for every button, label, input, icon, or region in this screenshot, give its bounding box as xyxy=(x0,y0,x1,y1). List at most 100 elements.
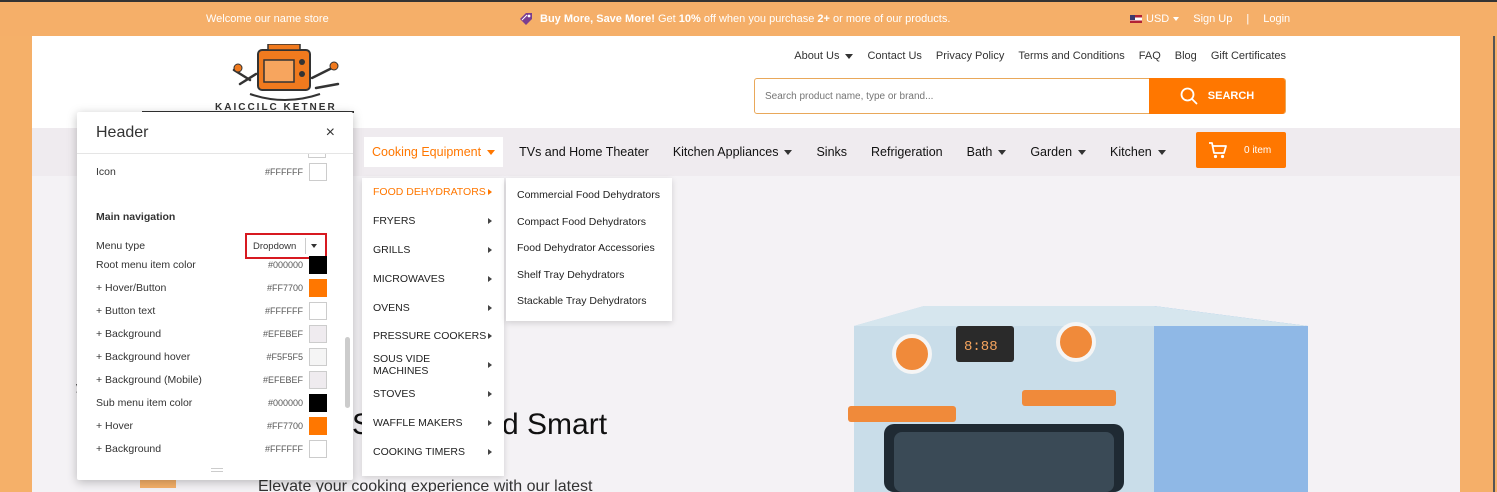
resize-grip-icon[interactable] xyxy=(211,468,223,472)
submenu-item-stoves[interactable]: STOVES xyxy=(362,380,504,409)
color-swatch[interactable] xyxy=(309,302,327,320)
chevron-down-icon xyxy=(1157,149,1166,155)
nav-item-bath[interactable]: Bath xyxy=(959,137,1015,167)
submenu-label: SOUS VIDE MACHINES xyxy=(373,353,431,378)
color-swatch[interactable] xyxy=(309,440,327,458)
chevron-right-icon xyxy=(488,333,492,340)
setting-row: + Background #EFEBEF xyxy=(96,324,327,344)
setting-row: Sub menu item color #000000 xyxy=(96,393,327,413)
submenu-item-microwaves[interactable]: MICROWAVES xyxy=(362,264,504,293)
setting-row: + Background hover #F5F5F5 xyxy=(96,347,327,367)
submenu-item-cooking-timers[interactable]: COOKING TIMERS xyxy=(362,437,504,466)
submenu-label: STOVES xyxy=(373,387,416,400)
color-value: #FF7700 xyxy=(266,421,303,431)
chevron-right-icon xyxy=(488,419,492,426)
submenu2-item[interactable]: Food Dehydrator Accessories xyxy=(506,235,672,262)
account-links: USD Sign Up | Login xyxy=(1130,13,1304,25)
terms-link[interactable]: Terms and Conditions xyxy=(1018,50,1124,62)
submenu-item-ovens[interactable]: OVENS xyxy=(362,293,504,322)
submenu-item-waffle-makers[interactable]: WAFFLE MAKERS xyxy=(362,408,504,437)
nav-item-kitchen[interactable]: Kitchen xyxy=(1102,137,1174,167)
color-value: #FFFFFF xyxy=(265,167,303,177)
color-swatch[interactable] xyxy=(308,154,326,158)
chevron-right-icon xyxy=(488,246,492,253)
submenu-item-sous-vide-machines[interactable]: SOUS VIDE MACHINES xyxy=(362,351,504,380)
privacy-policy-link[interactable]: Privacy Policy xyxy=(936,50,1004,62)
search-button-label: SEARCH xyxy=(1207,90,1255,102)
setting-label: + Background hover xyxy=(96,351,191,363)
color-swatch[interactable] xyxy=(309,163,327,181)
chevron-down-icon xyxy=(310,244,317,248)
currency-selector[interactable]: USD xyxy=(1130,13,1180,25)
setting-label: + Hover xyxy=(96,420,134,432)
submenu-label: GRILLS xyxy=(373,243,411,256)
welcome-text: Welcome our name store xyxy=(206,13,329,25)
color-swatch[interactable] xyxy=(309,279,327,297)
submenu2-item[interactable]: Shelf Tray Dehydrators xyxy=(506,262,672,289)
color-value: #EFEBEF xyxy=(262,329,303,339)
nav-item-sinks[interactable]: Sinks xyxy=(808,137,855,167)
submenu-item-pressure-cookers[interactable]: PRESSURE COOKERS xyxy=(362,322,504,351)
setting-row: + Button text #FFFFFF xyxy=(96,301,327,321)
nav-item-kitchen-appliances[interactable]: Kitchen Appliances xyxy=(665,137,801,167)
search-icon xyxy=(1180,87,1198,105)
nav-item-tvs-home-theater[interactable]: TVs and Home Theater xyxy=(511,137,657,167)
search-input[interactable] xyxy=(755,79,1150,113)
submenu-item-fryers[interactable]: FRYERS xyxy=(362,207,504,236)
color-swatch[interactable] xyxy=(309,371,327,389)
nav-item-cooking-equipment[interactable]: Cooking Equipment xyxy=(364,137,504,167)
nav-item-refrigeration[interactable]: Refrigeration xyxy=(863,137,951,167)
promo-message: Buy More, Save More! Get 10% off when yo… xyxy=(518,11,950,27)
cooking-equipment-submenu: FOOD DEHYDRATORS FRYERS GRILLS MICROWAVE… xyxy=(362,178,504,476)
nav-item-garden[interactable]: Garden xyxy=(1022,137,1094,167)
setting-row: + Hover/Button #FF7700 xyxy=(96,278,327,298)
color-swatch[interactable] xyxy=(309,348,327,366)
right-frame xyxy=(1460,36,1497,492)
chevron-down-icon xyxy=(1078,149,1087,155)
setting-label: + Background (Mobile) xyxy=(96,374,202,386)
color-swatch[interactable] xyxy=(309,417,327,435)
chevron-right-icon xyxy=(488,304,492,311)
chevron-right-icon xyxy=(488,390,492,397)
blog-link[interactable]: Blog xyxy=(1175,50,1197,62)
submenu2-item[interactable]: Compact Food Dehydrators xyxy=(506,209,672,236)
cart-button[interactable]: 0 item xyxy=(1196,132,1286,168)
announcement-bar: Welcome our name store Buy More, Save Mo… xyxy=(0,0,1497,36)
setting-row: + Background (Mobile) #EFEBEF xyxy=(96,370,327,390)
panel-title: Header xyxy=(96,123,149,141)
setting-label: + Hover/Button xyxy=(96,282,167,294)
gift-certificates-link[interactable]: Gift Certificates xyxy=(1211,50,1286,62)
food-dehydrators-submenu: Commercial Food Dehydrators Compact Food… xyxy=(506,178,672,321)
nav-label: Kitchen xyxy=(1110,145,1152,159)
chevron-down-icon xyxy=(784,149,793,155)
nav-label: Sinks xyxy=(816,145,848,159)
setting-label: + Button text xyxy=(96,305,156,317)
sale-tag-icon xyxy=(520,13,532,25)
close-icon[interactable]: × xyxy=(326,124,335,142)
submenu-label: OVENS xyxy=(373,301,410,314)
setting-row: Root menu item color #000000 xyxy=(96,255,327,275)
search-button[interactable]: SEARCH xyxy=(1149,78,1285,114)
panel-scrollbar[interactable] xyxy=(345,337,350,408)
submenu2-item[interactable]: Stackable Tray Dehydrators xyxy=(506,288,672,315)
currency-label: USD xyxy=(1146,13,1170,25)
login-link[interactable]: Login xyxy=(1263,13,1290,25)
contact-us-link[interactable]: Contact Us xyxy=(867,50,921,62)
color-swatch[interactable] xyxy=(309,256,327,274)
submenu-item-food-dehydrators[interactable]: FOOD DEHYDRATORS xyxy=(362,178,504,207)
faq-link[interactable]: FAQ xyxy=(1139,50,1161,62)
chevron-down-icon xyxy=(487,149,496,155)
chevron-down-icon xyxy=(845,53,854,59)
signup-link[interactable]: Sign Up xyxy=(1193,13,1232,25)
submenu-item-grills[interactable]: GRILLS xyxy=(362,236,504,265)
color-swatch[interactable] xyxy=(309,394,327,412)
about-us-link[interactable]: About Us xyxy=(794,50,854,62)
setting-label: + Background xyxy=(96,443,162,455)
setting-label: Sub menu item color xyxy=(96,397,193,409)
submenu-label: PRESSURE COOKERS xyxy=(373,330,487,343)
color-value: #F5F5F5 xyxy=(266,352,303,362)
submenu2-item[interactable]: Commercial Food Dehydrators xyxy=(506,182,672,209)
color-swatch[interactable] xyxy=(309,325,327,343)
chevron-down-icon xyxy=(1173,17,1180,22)
setting-label: Icon xyxy=(96,166,116,178)
